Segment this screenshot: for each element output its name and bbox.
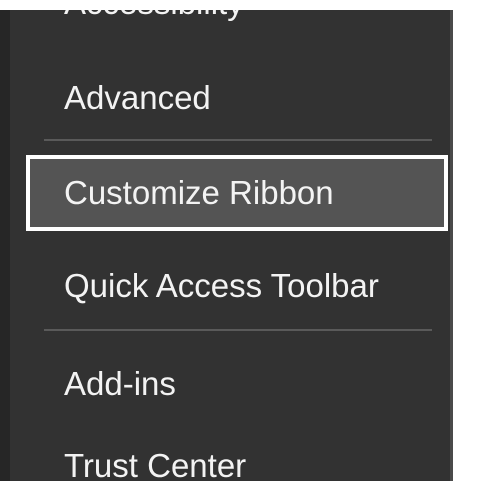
nav-divider	[44, 139, 432, 141]
nav-item-label: Customize Ribbon	[64, 174, 334, 211]
top-edge	[0, 0, 481, 10]
nav-item-label: Trust Center	[64, 447, 247, 481]
content-area-edge	[453, 0, 481, 481]
window-edge	[0, 0, 10, 481]
nav-item-trust-center[interactable]: Trust Center	[10, 446, 450, 481]
nav-item-add-ins[interactable]: Add-ins	[10, 364, 450, 404]
nav-item-label: Advanced	[64, 79, 211, 116]
nav-item-label: Add-ins	[64, 365, 176, 402]
nav-item-customize-ribbon[interactable]: Customize Ribbon	[26, 155, 448, 231]
nav-item-label: Quick Access Toolbar	[64, 267, 379, 304]
options-navigation-pane: Accessibility Advanced Customize Ribbon …	[10, 0, 450, 481]
nav-item-quick-access-toolbar[interactable]: Quick Access Toolbar	[10, 266, 450, 306]
nav-item-advanced[interactable]: Advanced	[10, 78, 450, 118]
nav-divider	[44, 329, 432, 331]
